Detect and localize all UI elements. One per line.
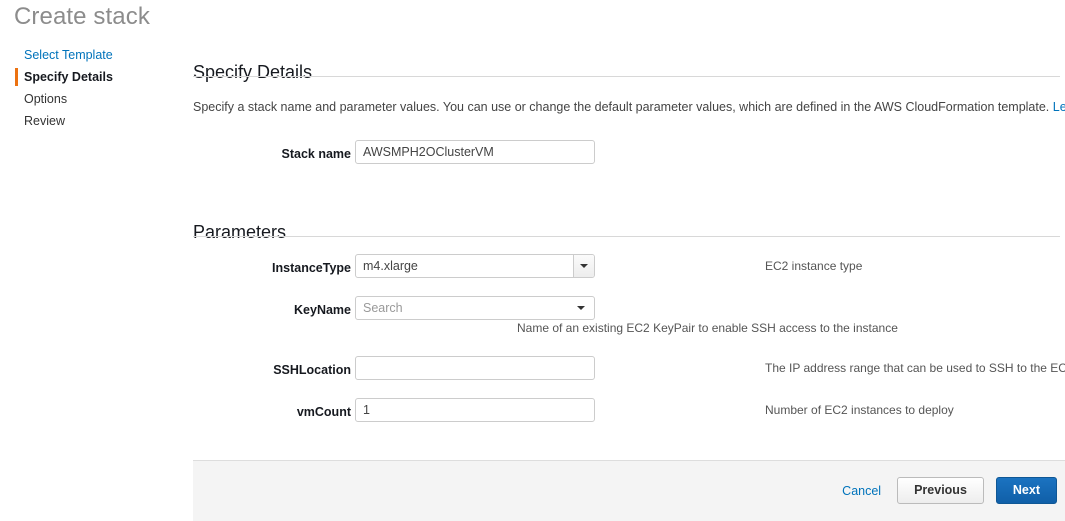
key-name-field-wrap: Search Name of an existing EC2 KeyPair t… <box>355 296 595 320</box>
instance-type-label: InstanceType <box>193 257 351 279</box>
stack-name-label: Stack name <box>193 143 351 165</box>
instance-type-select[interactable]: m4.xlarge <box>355 254 595 278</box>
section-divider <box>193 76 1060 77</box>
stack-name-input[interactable] <box>355 140 595 164</box>
section-divider <box>193 236 1060 237</box>
stack-name-field-wrap <box>355 140 595 164</box>
instance-type-helper-text: EC2 instance type <box>765 254 862 278</box>
specify-details-description: Specify a stack name and parameter value… <box>193 99 1065 115</box>
instance-type-field-wrap: m4.xlarge EC2 instance type <box>355 254 595 278</box>
sidebar-item-specify-details[interactable]: Specify Details <box>0 66 185 88</box>
sidebar-item-options[interactable]: Options <box>0 88 185 110</box>
chevron-down-icon <box>580 264 588 268</box>
current-step-marker-icon <box>15 68 18 86</box>
sidebar-item-label: Specify Details <box>24 70 113 84</box>
main-content: Specify Details Specify a stack name and… <box>193 0 1065 520</box>
vm-count-helper-text: Number of EC2 instances to deploy <box>765 398 954 422</box>
vm-count-field-wrap: Number of EC2 instances to deploy <box>355 398 595 422</box>
specify-details-heading: Specify Details <box>193 61 312 83</box>
ssh-location-label: SSHLocation <box>193 359 351 381</box>
ssh-location-helper-text: The IP address range that can be used to… <box>765 356 1065 380</box>
key-name-search-select[interactable]: Search <box>355 296 595 320</box>
footer-button-group: Cancel Previous Next <box>838 477 1057 504</box>
parameters-heading: Parameters <box>193 221 286 243</box>
sidebar-item-label: Options <box>24 92 67 106</box>
ssh-location-input[interactable] <box>355 356 595 380</box>
cancel-button[interactable]: Cancel <box>838 484 885 498</box>
description-text: Specify a stack name and parameter value… <box>193 100 1049 114</box>
learn-more-link[interactable]: Learn more. <box>1053 100 1065 114</box>
sidebar-item-review[interactable]: Review <box>0 110 185 132</box>
vm-count-label: vmCount <box>193 401 351 423</box>
instance-type-dropdown-button[interactable] <box>573 255 594 277</box>
vm-count-input[interactable] <box>355 398 595 422</box>
page-title: Create stack <box>14 2 150 32</box>
sidebar-item-label: Review <box>24 114 65 128</box>
sidebar-item-select-template[interactable]: Select Template <box>0 44 185 66</box>
instance-type-selected-value: m4.xlarge <box>363 255 418 277</box>
footer-action-bar: Cancel Previous Next <box>193 460 1065 521</box>
key-name-placeholder: Search <box>363 297 403 319</box>
wizard-navigation: Select Template Specify Details Options … <box>0 44 185 132</box>
previous-button[interactable]: Previous <box>897 477 984 504</box>
chevron-down-icon[interactable] <box>577 306 585 310</box>
key-name-helper-text: Name of an existing EC2 KeyPair to enabl… <box>517 321 898 335</box>
sidebar-item-label: Select Template <box>24 48 113 62</box>
ssh-location-field-wrap: The IP address range that can be used to… <box>355 356 595 380</box>
key-name-label: KeyName <box>193 299 351 321</box>
next-button[interactable]: Next <box>996 477 1057 504</box>
